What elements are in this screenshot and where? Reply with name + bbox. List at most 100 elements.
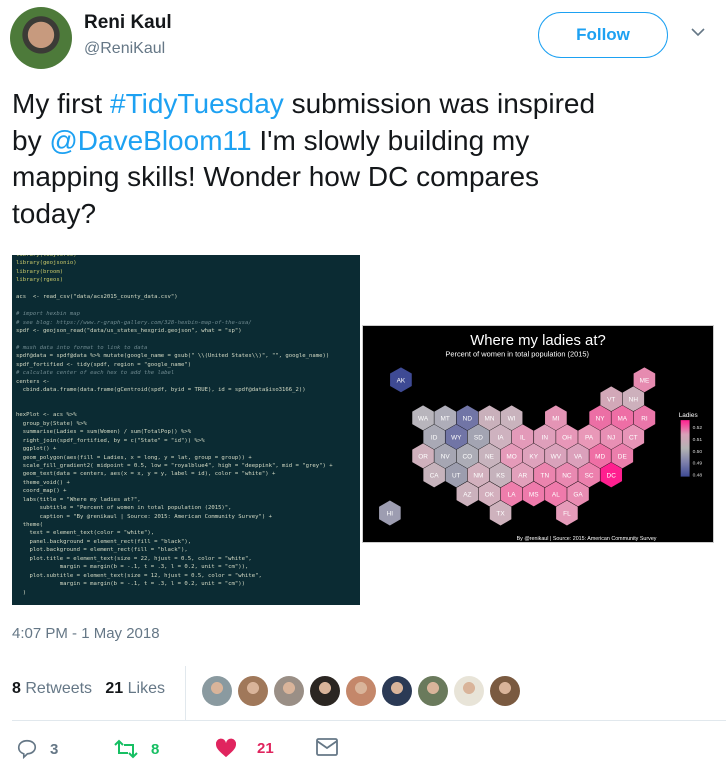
code-line: centers <- [16, 378, 50, 385]
hex-label: ND [463, 415, 473, 422]
reply-button[interactable]: 3 [16, 738, 58, 760]
retweet-count-stat[interactable]: 8 Retweets [12, 680, 92, 697]
hex-label: ME [640, 377, 650, 384]
liker-avatar[interactable] [346, 676, 376, 706]
chevron-down-icon[interactable] [690, 24, 706, 40]
code-line: geom_text(data = centers, aes(x = x, y =… [16, 471, 276, 478]
hex-label: MS [529, 491, 539, 498]
code-line: right_join(spdf_fortified, by = c("State… [16, 437, 205, 444]
code-line: text = element_text(color = "white"), [16, 530, 155, 537]
hex-label: RI [641, 415, 648, 422]
code-line: library(geojsonio) [16, 260, 77, 267]
liker-avatar[interactable] [310, 676, 340, 706]
hex-label: OR [418, 453, 428, 460]
legend-tick: 0.50 [693, 449, 703, 455]
retweet-count: 8 [151, 740, 160, 758]
hex-label: DC [607, 472, 617, 479]
hex-label: SD [474, 434, 483, 441]
direct-message-button[interactable] [316, 738, 338, 756]
legend-tick: 0.52 [693, 425, 703, 431]
tweet-link[interactable]: @DaveBloom11 [49, 125, 251, 156]
divider [12, 720, 726, 721]
code-line: # import hexbin map [16, 311, 80, 318]
hex-label: AZ [463, 491, 471, 498]
legend-title: Ladies [679, 412, 698, 419]
code-line: margin = margin(b = -.1, t = .3, l = 0.2… [16, 564, 249, 571]
hex-label: NH [629, 396, 639, 403]
hex-label: PA [585, 434, 594, 441]
legend-colorbar [680, 420, 690, 477]
retweet-button[interactable]: 8 [113, 738, 159, 760]
hex-label: MA [617, 415, 627, 422]
code-line: plot.background = element_rect(fill = "b… [16, 547, 188, 554]
liker-avatar[interactable] [454, 676, 484, 706]
hex-label: MT [441, 415, 450, 422]
hexbin-map-image[interactable]: Where my ladies at? Percent of women in … [362, 325, 714, 543]
tweet-link[interactable]: #TidyTuesday [110, 88, 284, 119]
hex-label: KY [529, 453, 538, 460]
hex-label: WI [508, 415, 516, 422]
hex-label: HI [387, 510, 394, 517]
hex-label: NC [562, 472, 572, 479]
liker-avatar[interactable] [238, 676, 268, 706]
code-screenshot[interactable]: library(tidyverse) library(geojsonio) libr… [12, 255, 360, 605]
hex-label: OH [562, 434, 572, 441]
hex-label: NE [485, 453, 495, 460]
code-line: acs <- read_csv("data/acs2015_county_dat… [16, 294, 178, 301]
liker-avatar[interactable] [490, 676, 520, 706]
code-line: coord_map() + [16, 488, 67, 495]
hex-label: MI [552, 415, 559, 422]
code-line: # see blog: https://www.r-graph-gallery.… [16, 319, 252, 326]
code-line: labs(title = "Where my ladies at?", [16, 496, 141, 503]
code-line: margin = margin(b = -.1, t = .3, l = 0.2… [16, 581, 246, 588]
like-button[interactable]: 21 [215, 738, 274, 758]
liker-avatar[interactable] [274, 676, 304, 706]
code-line: spdf@data = spdf@data %>% mutate(google_… [16, 353, 330, 360]
hex-label: UT [452, 472, 461, 479]
hex-label: GA [573, 491, 583, 498]
user-name[interactable]: Reni Kaul [84, 12, 172, 34]
tweet-text-segment: My first [12, 88, 110, 119]
user-handle[interactable]: @ReniKaul [84, 40, 165, 58]
code-line: spdf_fortified <- tidy(spdf, region = "g… [16, 361, 192, 368]
code-line: scale_fill_gradient2( midpoint = 0.5, lo… [16, 462, 333, 469]
code-line: geom_polygon(aes(fill = Ladies, x = long… [16, 454, 252, 461]
code-line: plot.title = element_text(size = 22, hju… [16, 555, 252, 562]
timestamp[interactable]: 4:07 PM - 1 May 2018 [12, 625, 160, 642]
avatar[interactable] [10, 7, 72, 69]
engagement-stats: 8 Retweets 21 Likes [12, 680, 165, 698]
code-line: spdf <- geojson_read("data/us_states_hex… [16, 327, 242, 334]
hex-label: NY [596, 415, 606, 422]
hex-label: DE [618, 453, 628, 460]
hex-label: WY [451, 434, 462, 441]
hex-label: CO [463, 453, 473, 460]
reply-icon [17, 739, 37, 760]
hex-label: MD [595, 453, 605, 460]
hex-label: VT [607, 396, 615, 403]
code-line: caption = "By @renikaul | Source: 2015: … [16, 513, 272, 520]
hex-label: SC [585, 472, 594, 479]
follow-button[interactable]: Follow [538, 12, 668, 58]
map-title: Where my ladies at? [470, 333, 605, 349]
map-caption: By @renikaul | Source: 2015: American Co… [517, 536, 657, 542]
code-line: hexPlot <- acs %>% [16, 412, 77, 419]
like-count-stat[interactable]: 21 Likes [105, 680, 165, 697]
liker-avatar[interactable] [418, 676, 448, 706]
code-line: ggplot() + [16, 446, 57, 453]
liker-avatar[interactable] [202, 676, 232, 706]
code-line: ) [16, 589, 27, 596]
code-line: summarise(Ladies = sum(Women) / sum(Tota… [16, 429, 192, 436]
hex-label: MO [506, 453, 516, 460]
code-line: group_by(State) %>% [16, 420, 87, 427]
reply-count: 3 [50, 740, 59, 758]
tweet-text: My first #TidyTuesday submission was ins… [12, 86, 612, 232]
hex-label: MN [484, 415, 494, 422]
legend-tick: 0.48 [693, 473, 703, 479]
liker-avatar[interactable] [382, 676, 412, 706]
